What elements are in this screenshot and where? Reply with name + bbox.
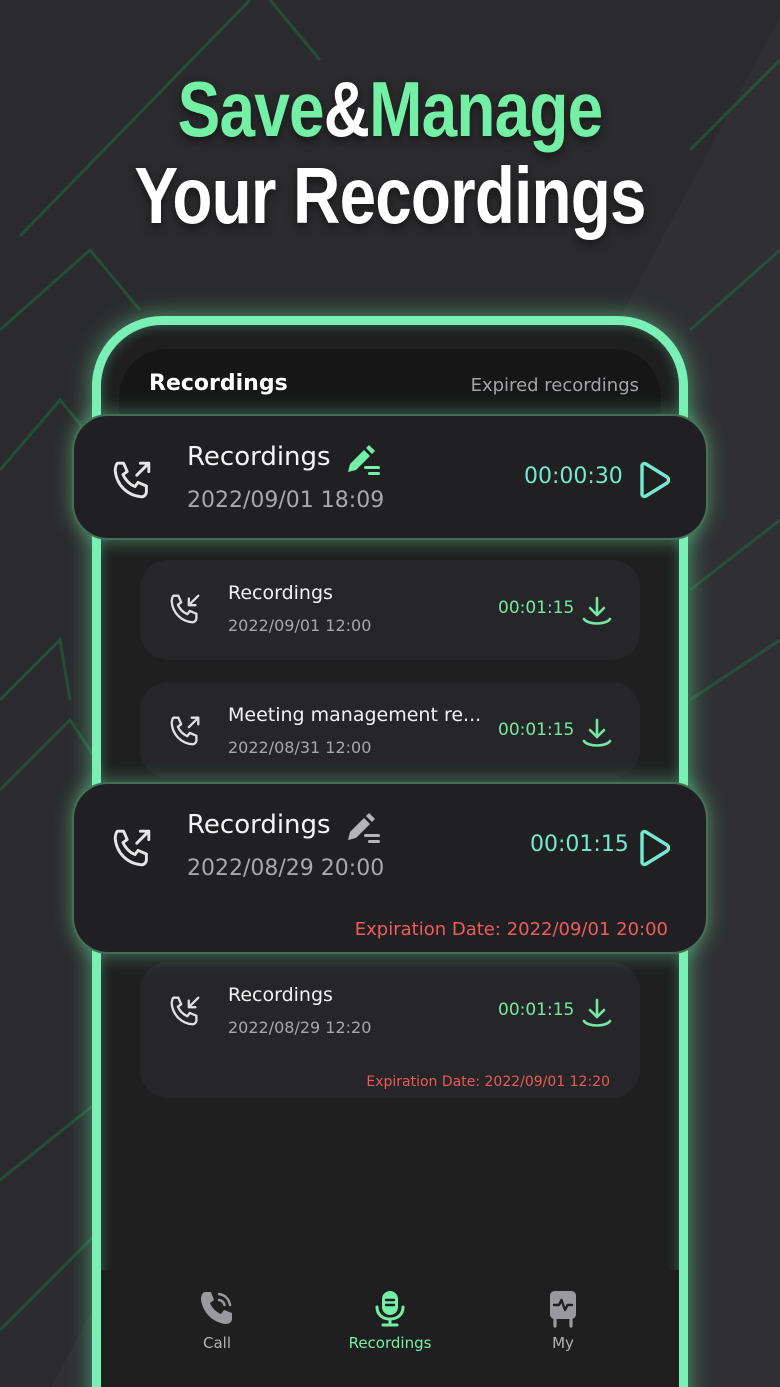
phone-icon bbox=[201, 1292, 232, 1324]
recording-item[interactable]: Recordings 2022/08/29 12:20 00:01:15 Exp… bbox=[140, 962, 640, 1098]
recording-duration: 00:01:15 bbox=[530, 832, 629, 857]
recording-duration: 00:01:15 bbox=[498, 598, 575, 618]
expiration-date: Expiration Date: 2022/09/01 20:00 bbox=[354, 919, 668, 940]
page-title: Recordings bbox=[149, 371, 288, 396]
recording-item[interactable]: Meeting management re... 2022/08/31 12:0… bbox=[140, 682, 640, 778]
recording-title: Meeting management re... bbox=[228, 704, 482, 726]
tab-label: My bbox=[552, 1334, 574, 1352]
incoming-call-icon bbox=[170, 594, 200, 624]
recording-duration: 00:00:30 bbox=[524, 464, 623, 489]
download-icon[interactable] bbox=[580, 594, 614, 628]
headline-ampersand: & bbox=[323, 65, 370, 153]
headline-line1: Save&Manage bbox=[70, 70, 710, 148]
expired-recordings-link[interactable]: Expired recordings bbox=[471, 375, 639, 396]
edit-icon[interactable] bbox=[344, 444, 382, 478]
recording-date: 2022/08/29 20:00 bbox=[187, 856, 385, 881]
recording-duration: 00:01:15 bbox=[498, 1000, 575, 1020]
profile-icon bbox=[550, 1291, 576, 1328]
recording-item[interactable]: Recordings 2022/09/01 12:00 00:01:15 bbox=[140, 560, 640, 660]
play-icon[interactable] bbox=[636, 461, 672, 499]
microphone-icon bbox=[375, 1291, 405, 1327]
tab-my[interactable]: My bbox=[503, 1288, 623, 1352]
recording-title: Recordings bbox=[187, 810, 331, 840]
incoming-call-icon bbox=[170, 996, 200, 1026]
recording-item-highlighted[interactable]: Recordings 2022/09/01 18:09 00:00:30 bbox=[72, 414, 708, 540]
recording-date: 2022/08/31 12:00 bbox=[228, 738, 372, 757]
headline-manage: Manage bbox=[369, 65, 603, 153]
expiration-date: Expiration Date: 2022/09/01 12:20 bbox=[366, 1074, 610, 1090]
recording-title: Recordings bbox=[228, 984, 333, 1006]
tab-call[interactable]: Call bbox=[157, 1288, 277, 1352]
recording-date: 2022/09/01 12:00 bbox=[228, 616, 372, 635]
tab-bar: Call Recordings My bbox=[101, 1270, 679, 1387]
recording-duration: 00:01:15 bbox=[498, 720, 575, 740]
download-icon[interactable] bbox=[580, 716, 614, 750]
recording-date: 2022/08/29 12:20 bbox=[228, 1018, 372, 1037]
recording-date: 2022/09/01 18:09 bbox=[187, 488, 385, 513]
headline: Save&Manage Your Recordings bbox=[70, 70, 710, 236]
tab-recordings[interactable]: Recordings bbox=[330, 1288, 450, 1352]
outgoing-call-icon bbox=[170, 716, 200, 746]
recording-title: Recordings bbox=[187, 442, 331, 472]
play-icon[interactable] bbox=[636, 829, 672, 867]
tab-label: Recordings bbox=[348, 1334, 432, 1352]
recording-item-highlighted[interactable]: Recordings 2022/08/29 20:00 00:01:15 Exp… bbox=[72, 782, 708, 954]
recording-title: Recordings bbox=[228, 582, 333, 604]
outgoing-call-icon bbox=[113, 461, 151, 499]
headline-save: Save bbox=[177, 65, 325, 153]
download-icon[interactable] bbox=[580, 996, 614, 1030]
tab-label: Call bbox=[202, 1334, 231, 1352]
outgoing-call-icon bbox=[113, 829, 151, 867]
headline-line2: Your Recordings bbox=[134, 151, 646, 240]
edit-icon[interactable] bbox=[344, 812, 382, 846]
